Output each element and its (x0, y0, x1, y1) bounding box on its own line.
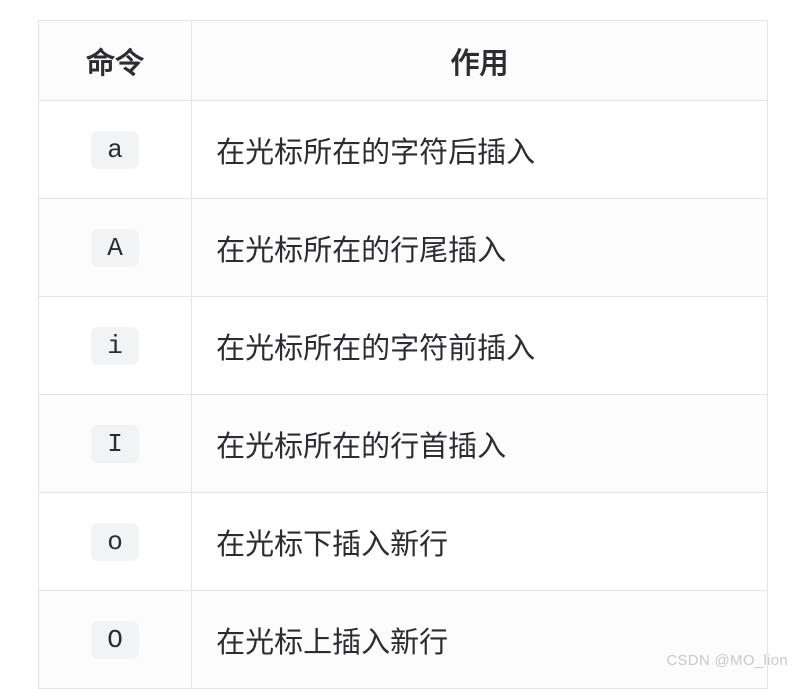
command-code: A (91, 229, 139, 267)
command-code: i (91, 327, 139, 365)
command-cell: a (39, 101, 192, 199)
table-row: i 在光标所在的字符前插入 (39, 297, 768, 395)
effect-cell: 在光标所在的字符后插入 (192, 101, 768, 199)
table-row: I 在光标所在的行首插入 (39, 395, 768, 493)
watermark: CSDN @MO_lion (666, 652, 788, 669)
command-cell: i (39, 297, 192, 395)
effect-cell: 在光标下插入新行 (192, 493, 768, 591)
vim-commands-table: 命令 作用 a 在光标所在的字符后插入 A 在光标所在的行尾插入 i 在光标所在… (38, 20, 768, 689)
command-cell: I (39, 395, 192, 493)
command-cell: o (39, 493, 192, 591)
table-row: a 在光标所在的字符后插入 (39, 101, 768, 199)
effect-cell: 在光标上插入新行 (192, 591, 768, 689)
command-code: o (91, 523, 139, 561)
command-cell: A (39, 199, 192, 297)
command-code: a (91, 131, 139, 169)
effect-cell: 在光标所在的字符前插入 (192, 297, 768, 395)
header-effect: 作用 (192, 21, 768, 101)
header-command: 命令 (39, 21, 192, 101)
effect-cell: 在光标所在的行首插入 (192, 395, 768, 493)
command-cell: O (39, 591, 192, 689)
effect-cell: 在光标所在的行尾插入 (192, 199, 768, 297)
table-row: o 在光标下插入新行 (39, 493, 768, 591)
table-row: A 在光标所在的行尾插入 (39, 199, 768, 297)
table-header-row: 命令 作用 (39, 21, 768, 101)
command-code: I (91, 425, 139, 463)
command-code: O (91, 621, 139, 659)
table-row: O 在光标上插入新行 (39, 591, 768, 689)
